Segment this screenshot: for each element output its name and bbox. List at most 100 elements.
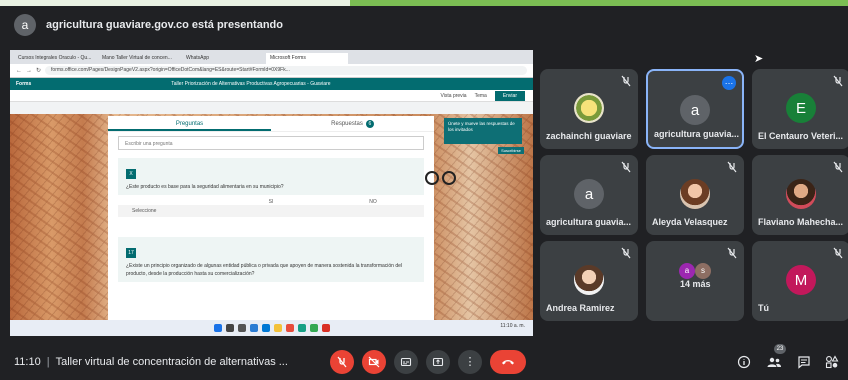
browser-tab[interactable]: Cursos Integrales Oraculo - Qu... [14,53,96,64]
browser-tab[interactable]: Mano Taller Virtual de concen... [98,53,180,64]
self-tile[interactable]: M Tú [752,241,848,321]
form-card: Preguntas Respuestas 6 Escribir una pregu… [108,116,434,320]
participant-tile[interactable]: zachainchi guaviare [540,69,638,149]
participant-tile[interactable]: Andrea Ramirez [540,241,638,321]
send-button[interactable]: Enviar [494,90,525,101]
pointer-ring [442,171,456,185]
participant-tile[interactable]: Aleyda Velasquez [646,155,744,235]
windows-taskbar: 11:10 a. m. [10,320,533,336]
participant-avatar: M [786,265,816,295]
participant-tile[interactable]: Flaviano Mahecha... [752,155,848,235]
chrome-icon[interactable] [309,324,318,332]
people-glyph-icon [767,357,781,367]
shared-screen[interactable]: Cursos Integrales Oraculo - Qu... Mano T… [10,50,533,336]
forms-brand[interactable]: Forms [16,81,31,87]
participant-name: agricultura guavia... [546,217,632,227]
form-tabs: Preguntas Respuestas 6 [108,116,434,132]
chat-icon[interactable] [796,354,812,370]
question-search-input[interactable]: Escribir una pregunta [118,136,424,150]
captions-icon [400,357,412,367]
question-text: ¿Existe un principio organizado de algun… [126,263,403,277]
more-options-icon[interactable]: … [722,76,736,90]
participant-tile-active[interactable]: … a agricultura guavia... [646,69,744,149]
question-block[interactable]: 17 ¿Existe un principio organizado de al… [118,237,424,282]
grid-row[interactable]: Seleccione [118,205,424,217]
mouse-pointer-icon: ➤ [754,53,764,65]
more-participants-label: 14 más [680,279,711,289]
meeting-title: Taller virtual de concentración de alter… [55,356,288,368]
side-panel-button[interactable]: Suscribirse [498,147,524,154]
app-icon[interactable] [249,324,258,332]
taskview-icon[interactable] [237,324,246,332]
address-bar: ← → ↻ forms.office.com/Pages/DesignPageV… [10,64,533,78]
folder-icon[interactable] [273,324,282,332]
app-icon[interactable] [297,324,306,332]
people-count-badge: 23 [774,344,786,354]
mic-off-icon [833,247,843,259]
info-icon[interactable] [736,354,752,370]
more-participants-tile[interactable]: a s 14 más [646,241,744,321]
forms-toolbar: Vista previa Tema Enviar [10,90,533,102]
grid-header: SI NO [118,199,424,205]
participant-name: zachainchi guaviare [546,131,632,141]
responses-count: 6 [365,120,374,128]
mic-off-icon [621,161,631,173]
search-icon[interactable] [225,324,234,332]
participant-avatar: E [786,93,816,123]
url-field[interactable]: forms.office.com/Pages/DesignPageV2.aspx… [45,66,527,75]
forms-header: Forms Taller Priorización de Alternativa… [10,78,533,90]
present-button[interactable] [426,350,450,374]
participant-photo [680,179,710,209]
mic-off-icon [621,75,631,87]
app-icon[interactable] [261,324,270,332]
forms-canvas: Preguntas Respuestas 6 Escribir una pregu… [10,114,533,320]
taskbar-clock: 11:10 a. m. [500,323,525,329]
forward-icon[interactable]: → [26,68,32,74]
participant-tile[interactable]: a agricultura guavia... [540,155,638,235]
app-icon[interactable] [285,324,294,332]
participant-name: agricultura guavia... [654,129,740,139]
leave-call-button[interactable] [490,350,526,374]
question-number: 17 [126,248,136,258]
pointer-ring [425,171,439,185]
mini-avatar: a [679,263,695,279]
participant-photo [574,93,604,123]
back-icon[interactable]: ← [16,68,22,74]
more-options-button[interactable]: ⋮ [458,350,482,374]
grid-col-si: SI [268,199,274,205]
shapes-icon [825,355,839,369]
participant-tile[interactable]: E El Centauro Veteri... [752,69,848,149]
theme-button[interactable]: Tema [475,93,487,99]
mic-off-icon [833,161,843,173]
mic-off-icon [833,75,843,87]
windows-start-icon[interactable] [213,324,222,332]
grid-col-blank [118,199,220,205]
activities-icon[interactable] [824,354,840,370]
chat-bubble-icon [798,356,810,369]
camera-toggle-button[interactable] [362,350,386,374]
tab-responses[interactable]: Respuestas 6 [271,116,434,131]
participant-name: Aleyda Velasquez [652,217,728,227]
reload-icon[interactable]: ↻ [36,67,41,74]
app-icon[interactable] [321,324,330,332]
preview-button[interactable]: Vista previa [441,93,467,99]
question-block[interactable]: X ¿Este producto es base para la segurid… [118,158,424,195]
present-icon [432,357,444,367]
mic-off-icon [727,161,737,173]
mic-off-icon [621,247,631,259]
browser-tab-strip: Cursos Integrales Oraculo - Qu... Mano T… [10,50,533,64]
meeting-time: 11:10 [14,356,41,368]
participant-name: Tú [758,303,769,313]
people-icon[interactable] [766,354,782,370]
grid-col-no: NO [369,199,377,205]
browser-tab-active[interactable]: Microsoft Forms [266,53,348,64]
mic-toggle-button[interactable] [330,350,354,374]
question-text: ¿Este producto es base para la seguridad… [126,184,284,190]
presenter-bar: a agricultura guaviare.gov.co está prese… [0,6,848,44]
presenter-label: agricultura guaviare.gov.co está present… [46,19,283,31]
participant-name: Flaviano Mahecha... [758,217,844,227]
captions-button[interactable] [394,350,418,374]
tab-responses-label: Respuestas [331,121,363,127]
tab-questions[interactable]: Preguntas [108,116,271,131]
browser-tab[interactable]: WhatsApp [182,53,264,64]
